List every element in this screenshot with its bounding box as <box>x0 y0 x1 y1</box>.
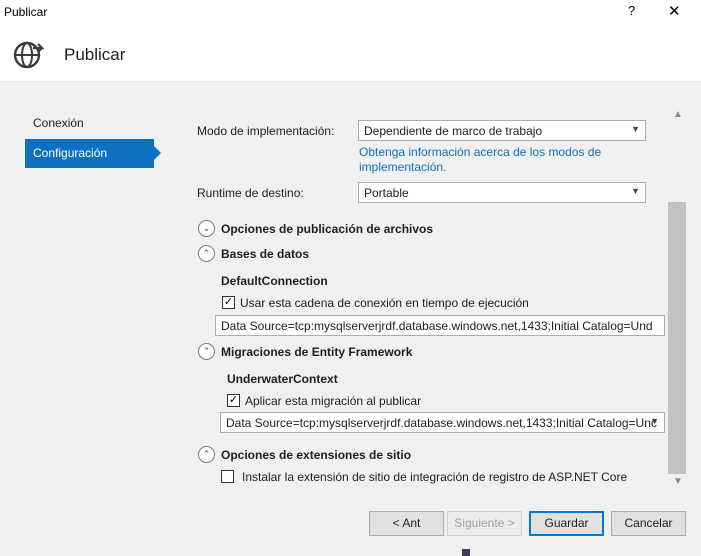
help-button[interactable]: ? <box>628 3 635 18</box>
connection-name: DefaultConnection <box>221 274 328 288</box>
mode-select-value: Dependiente de marco de trabajo <box>364 124 543 138</box>
sidebar-item-configuracion[interactable]: Configuración <box>25 139 154 168</box>
install-extension-label: Instalar la extensión de sitio de integr… <box>242 470 628 484</box>
file-options-title[interactable]: Opciones de publicación de archivos <box>221 222 433 236</box>
connection-string-value: Data Source=tcp:mysqlserverjrdf.database… <box>221 319 653 333</box>
scroll-down-icon[interactable]: ▼ <box>673 476 683 487</box>
scroll-up-icon[interactable]: ▲ <box>673 109 683 120</box>
mode-label: Modo de implementación: <box>197 124 335 138</box>
dialog-header: Publicar <box>0 28 701 82</box>
title-bar: Publicar ? ✕ <box>0 0 701 28</box>
sidebar-item-label: Configuración <box>33 146 108 160</box>
use-connection-checkbox[interactable]: ✓ <box>222 296 235 309</box>
save-button[interactable]: Guardar <box>529 511 604 536</box>
back-button[interactable]: < Ant <box>369 511 444 536</box>
site-extensions-title[interactable]: Opciones de extensiones de sitio <box>221 448 411 462</box>
apply-migration-label: Aplicar esta migración al publicar <box>245 394 422 408</box>
install-extension-checkbox[interactable] <box>221 470 234 483</box>
sidebar-item-label: Conexión <box>33 116 84 130</box>
scrollbar-thumb[interactable] <box>668 202 686 474</box>
ef-migrations-toggle[interactable]: ⌃ <box>198 343 215 360</box>
databases-title[interactable]: Bases de datos <box>221 247 309 261</box>
mode-info-link[interactable]: Obtenga información acerca de los modos … <box>359 145 649 175</box>
bottom-strip <box>0 549 701 556</box>
migration-connection-select[interactable]: Data Source=tcp:mysqlserverjrdf.database… <box>220 412 665 433</box>
next-button[interactable]: Siguiente > <box>447 511 522 536</box>
runtime-label: Runtime de destino: <box>197 186 304 200</box>
databases-toggle[interactable]: ⌃ <box>198 245 215 262</box>
chevron-down-icon: ▼ <box>650 416 659 426</box>
sidebar-item-conexion[interactable]: Conexión <box>25 109 154 138</box>
mode-select[interactable]: Dependiente de marco de trabajo ▼ <box>358 120 646 141</box>
migration-connection-value: Data Source=tcp:mysqlserverjrdf.database… <box>226 416 657 430</box>
window-title: Publicar <box>4 5 48 19</box>
use-connection-label: Usar esta cadena de conexión en tiempo d… <box>240 296 529 310</box>
file-options-toggle[interactable]: ⌄ <box>198 220 215 237</box>
runtime-select[interactable]: Portable ▼ <box>358 182 646 203</box>
active-item-arrow-icon <box>154 146 161 160</box>
chevron-down-icon: ▼ <box>631 186 640 196</box>
context-name: UnderwaterContext <box>227 372 338 386</box>
resize-marker <box>462 549 470 556</box>
cancel-button[interactable]: Cancelar <box>611 511 686 536</box>
globe-publish-icon <box>13 41 44 69</box>
runtime-select-value: Portable <box>364 186 409 200</box>
close-button[interactable]: ✕ <box>668 2 681 20</box>
page-title: Publicar <box>64 45 126 64</box>
site-extensions-toggle[interactable]: ⌃ <box>198 446 215 463</box>
chevron-down-icon: ▼ <box>631 124 640 134</box>
connection-string-select[interactable]: Data Source=tcp:mysqlserverjrdf.database… <box>215 315 665 336</box>
ef-migrations-title[interactable]: Migraciones de Entity Framework <box>221 345 412 359</box>
apply-migration-checkbox[interactable]: ✓ <box>227 394 240 407</box>
